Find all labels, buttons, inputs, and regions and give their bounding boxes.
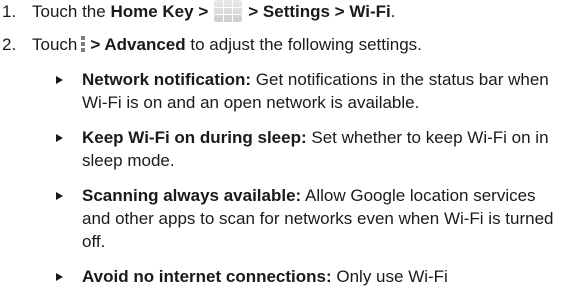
list-item: Network notification: Get notifications … — [56, 68, 566, 114]
menu-dots-icon — [81, 36, 86, 52]
bullet-arrow-icon — [56, 192, 63, 200]
setting-description: Only use Wi-Fi — [331, 267, 448, 286]
settings-wifi-path: > Settings > Wi-Fi — [248, 2, 391, 21]
step-text: Touch — [32, 35, 78, 54]
list-item: Avoid no internet connections: Only use … — [56, 265, 566, 288]
step-text: Touch the — [32, 2, 111, 21]
step-text-suffix: to adjust the following settings. — [185, 35, 422, 54]
step-number: 2. — [2, 35, 17, 54]
apps-grid-icon — [214, 0, 243, 22]
list-item: Scanning always available: Allow Google … — [56, 184, 566, 253]
bullet-arrow-icon — [56, 134, 63, 142]
setting-title: Scanning always available: — [82, 186, 302, 205]
setting-title: Network notification: — [82, 70, 252, 89]
step-1: 1. Touch the Home Key > > Settings > Wi-Fi… — [0, 0, 395, 23]
step-2: 2. Touch > Advanced to adjust the followin… — [0, 33, 422, 56]
advanced-path: > Advanced — [90, 35, 186, 54]
bullet-arrow-icon — [56, 76, 63, 84]
step-number: 1. — [2, 2, 17, 21]
setting-title: Avoid no internet connections: — [82, 267, 332, 286]
home-key-label: Home Key > — [110, 2, 209, 21]
bullet-arrow-icon — [56, 273, 63, 281]
instruction-document: 1. Touch the Home Key > > Settings > Wi-Fi… — [0, 0, 570, 291]
step-period: . — [390, 2, 396, 21]
list-item: Keep Wi-Fi on during sleep: Set whether … — [56, 126, 566, 172]
setting-title: Keep Wi-Fi on during sleep: — [82, 128, 307, 147]
settings-list: Network notification: Get notifications … — [56, 68, 566, 300]
